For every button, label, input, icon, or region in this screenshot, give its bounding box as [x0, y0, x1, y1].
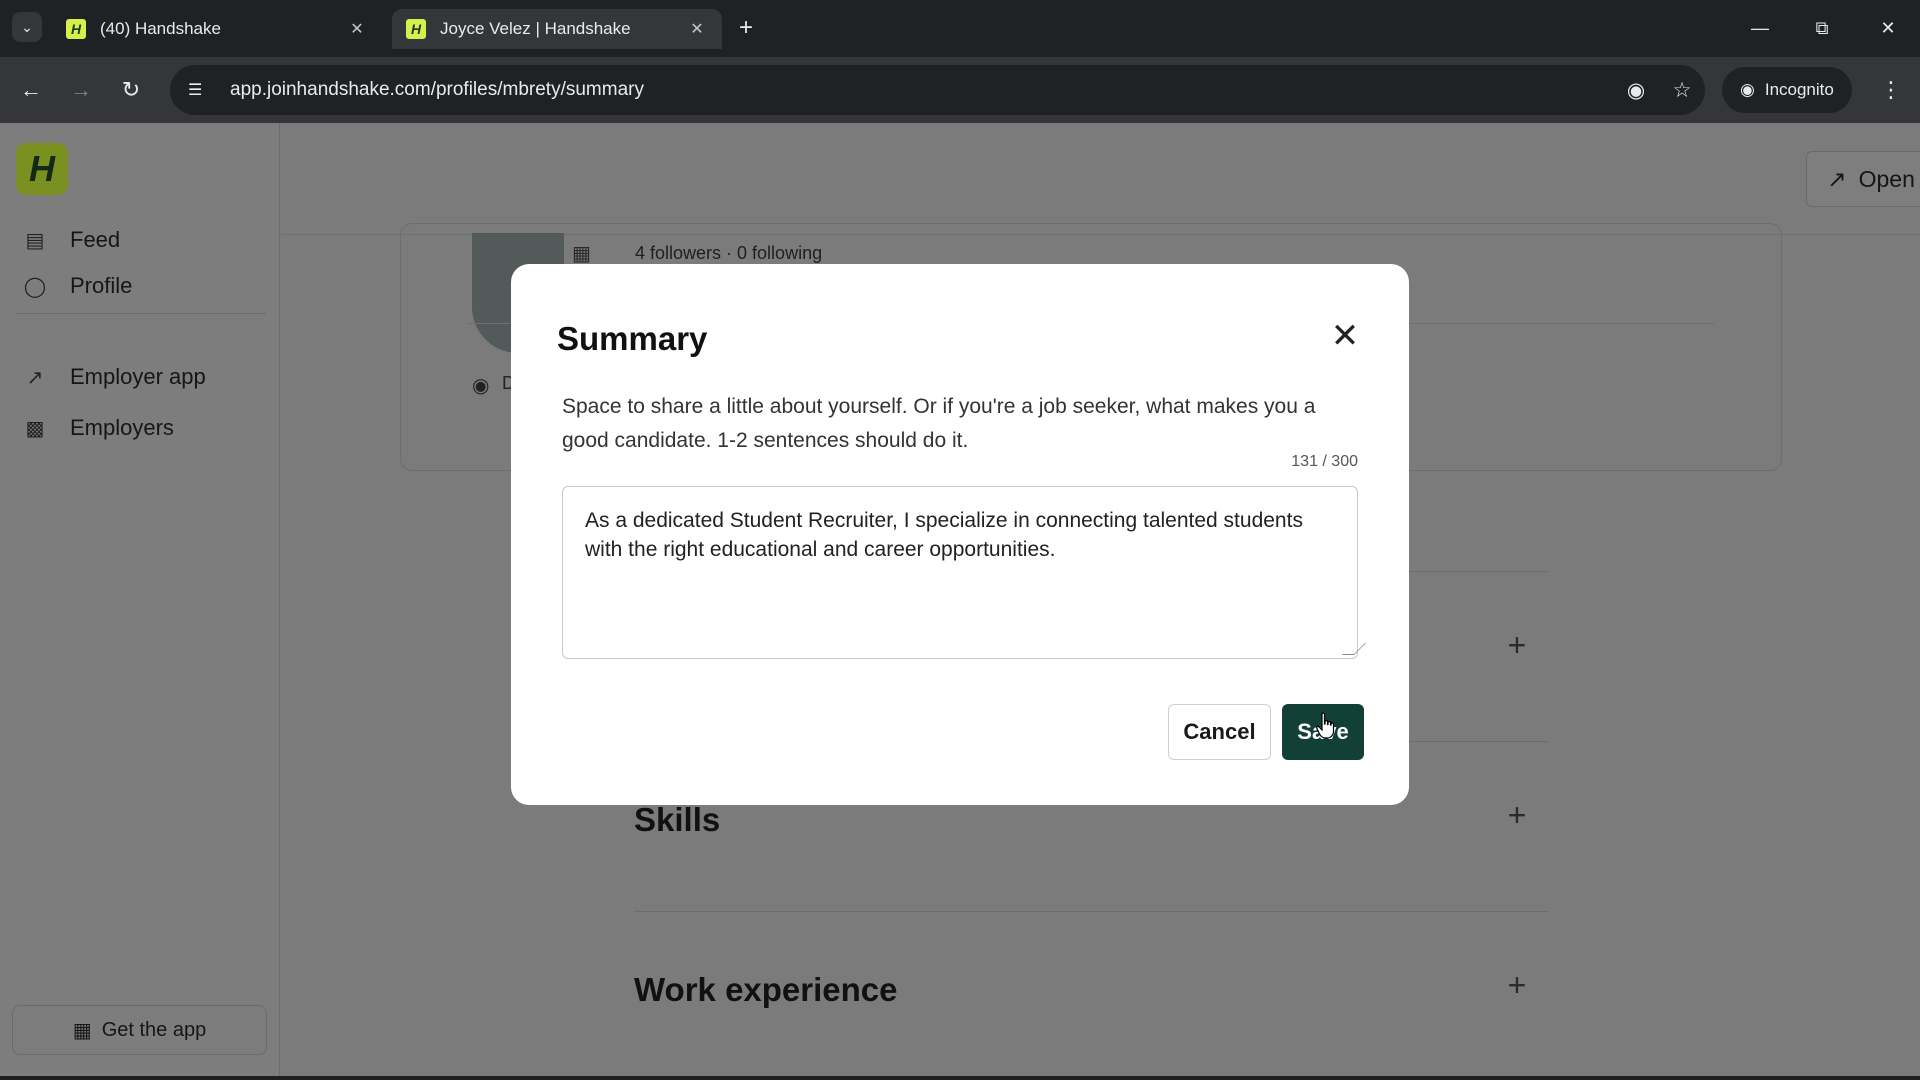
external-link-icon: ↗ — [1827, 165, 1847, 192]
handshake-logo[interactable]: H — [16, 143, 68, 195]
section-divider — [634, 911, 1548, 912]
followers-count[interactable]: 4 followers · 0 following — [635, 243, 822, 264]
modal-description: Space to share a little about yourself. … — [562, 395, 1316, 452]
plus-icon[interactable]: + — [1503, 967, 1531, 1003]
sidebar-divider — [16, 313, 266, 314]
cancel-button[interactable]: Cancel — [1168, 704, 1271, 760]
browser-tab-bar: ⌄ H (40) Handshake ✕ H Joyce Velez | Han… — [0, 0, 1920, 57]
kebab-menu-icon[interactable]: ⋮ — [1876, 73, 1906, 107]
building-icon: ▩ — [25, 417, 45, 440]
building-icon: ▦ — [572, 243, 591, 265]
browser-tab-joyce-velez[interactable]: H Joyce Velez | Handshake ✕ — [392, 9, 722, 49]
close-icon[interactable]: ✕ — [346, 18, 368, 40]
summary-text[interactable]: As a dedicated Student Recruiter, I spec… — [585, 509, 1303, 561]
section-title-work-experience: Work experience — [634, 971, 898, 1008]
feed-icon: ▤ — [25, 229, 45, 252]
minimize-icon[interactable]: — — [1740, 10, 1780, 46]
sidebar: H ▤ Feed ◯ Profile ↗ Employer app ▩ Empl… — [0, 123, 280, 1080]
browser-toolbar: ← → ↻ ☰ app.joinhandshake.com/profiles/m… — [0, 57, 1920, 123]
qr-code-icon: ▦ — [72, 1019, 92, 1042]
external-link-icon: ↗ — [26, 366, 44, 389]
handshake-favicon-icon: H — [406, 19, 426, 39]
star-icon[interactable]: ☆ — [1659, 78, 1705, 103]
plus-icon[interactable]: + — [1503, 627, 1531, 663]
eye-off-icon[interactable]: ◉ — [1613, 78, 1659, 103]
arrow-right-icon[interactable]: → — [64, 73, 98, 107]
plus-icon[interactable]: + — [1503, 797, 1531, 833]
sidebar-item-employer-app[interactable]: ↗ Employer app — [22, 360, 206, 394]
plus-icon[interactable]: + — [732, 14, 760, 42]
browser-tab-handshake[interactable]: H (40) Handshake ✕ — [52, 9, 382, 49]
screen-bottom-edge — [0, 1076, 1920, 1080]
sidebar-item-profile[interactable]: ◯ Profile — [22, 269, 133, 303]
sidebar-item-label: Employer app — [70, 364, 206, 389]
sidebar-item-label: Feed — [70, 227, 121, 252]
character-count: 131 / 300 — [1291, 453, 1358, 470]
get-the-app-button[interactable]: ▦ Get the app — [12, 1005, 267, 1055]
open-employer-app-button[interactable]: ↗ Open employer app — [1806, 151, 1920, 207]
tab-title: Joyce Velez | Handshake — [440, 19, 631, 38]
handshake-favicon-icon: H — [66, 19, 86, 39]
close-icon[interactable]: ✕ — [686, 18, 708, 40]
open-employer-app-label: Open employer app — [1858, 165, 1920, 192]
incognito-label: Incognito — [1764, 80, 1834, 99]
resize-handle-icon[interactable] — [1342, 643, 1366, 655]
sidebar-item-label: Employers — [70, 415, 174, 440]
modal-title: Summary — [557, 320, 708, 357]
sidebar-item-label: Profile — [70, 273, 133, 298]
reload-icon[interactable]: ↻ — [114, 73, 148, 107]
close-icon[interactable]: ✕ — [1323, 314, 1367, 358]
hand-cursor-icon — [1316, 712, 1335, 739]
section-title-skills: Skills — [634, 801, 721, 838]
tab-title: (40) Handshake — [100, 19, 221, 38]
arrow-left-icon[interactable]: ← — [14, 73, 48, 107]
restore-icon[interactable]: ⧉ — [1802, 10, 1842, 46]
incognito-icon: ◉ — [1740, 80, 1755, 99]
get-the-app-label: Get the app — [101, 1018, 207, 1041]
main-header: ↗ Open employer app JV — [281, 123, 1920, 235]
window-close-icon[interactable]: ✕ — [1868, 10, 1908, 46]
sidebar-item-feed[interactable]: ▤ Feed — [22, 223, 121, 257]
address-bar[interactable]: ☰ app.joinhandshake.com/profiles/mbrety/… — [170, 65, 1705, 115]
url-text[interactable]: app.joinhandshake.com/profiles/mbrety/su… — [230, 79, 1613, 101]
person-icon: ◯ — [23, 275, 47, 298]
sidebar-item-employers[interactable]: ▩ Employers — [22, 411, 174, 445]
summary-modal: Summary ✕ Space to share a little about … — [511, 264, 1409, 805]
chevron-down-icon[interactable]: ⌄ — [12, 12, 42, 42]
summary-textarea[interactable]: As a dedicated Student Recruiter, I spec… — [562, 486, 1366, 659]
tune-icon[interactable]: ☰ — [188, 80, 214, 100]
incognito-indicator[interactable]: ◉ Incognito — [1722, 67, 1852, 113]
location-pin-icon: ◉ — [472, 375, 490, 397]
